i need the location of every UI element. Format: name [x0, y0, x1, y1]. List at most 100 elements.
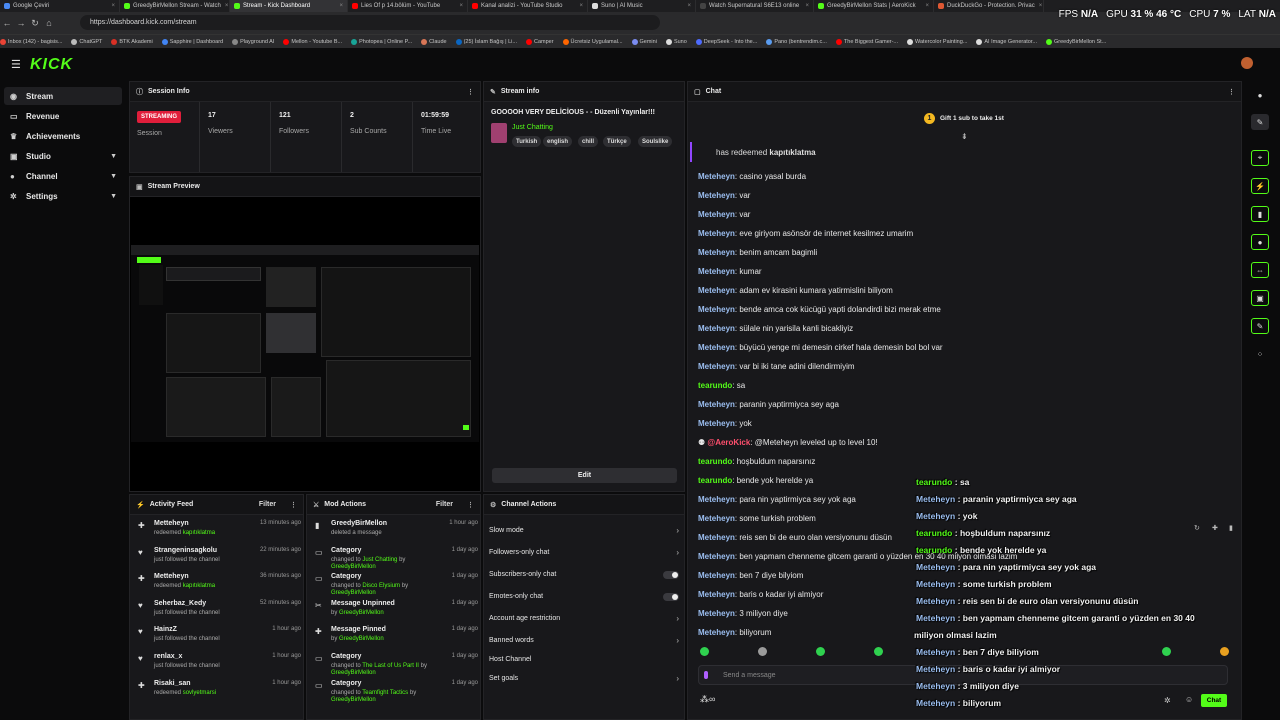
document-icon[interactable]: ▮	[1251, 206, 1269, 222]
tag-chip[interactable]: Turkish	[512, 136, 542, 147]
tag-chip[interactable]: Soulslike	[638, 136, 673, 147]
sidebar-item-revenue[interactable]: ▭ Revenue	[4, 107, 122, 125]
tag-chip[interactable]: chill	[578, 136, 599, 147]
sidebar-item-settings[interactable]: ✲ Settings ▼	[4, 187, 122, 205]
activity-user[interactable]: Risaki_san	[154, 680, 191, 687]
send-chat-button[interactable]: Chat	[1201, 694, 1227, 707]
link-icon[interactable]: ⇔	[1251, 262, 1269, 278]
delete-icon[interactable]: ▮	[1229, 524, 1233, 532]
more-icon[interactable]: ⋮	[290, 501, 297, 509]
avatar[interactable]	[1241, 57, 1253, 69]
browser-tab[interactable]: Watch Supernatural S6E13 online ×	[696, 0, 814, 12]
channel-action-slow-mode[interactable]: Slow mode ›	[489, 523, 679, 538]
activity-user[interactable]: Seherbaz_Kedy	[154, 600, 206, 607]
info-icon[interactable]: ●	[1251, 87, 1269, 103]
chat-username[interactable]: tearundo	[698, 476, 732, 485]
home-icon[interactable]: ⌂	[42, 18, 56, 28]
chat-bubble-icon[interactable]: ●	[1251, 234, 1269, 250]
bookmark-item[interactable]: Gemini	[631, 38, 657, 45]
sidebar-item-achievements[interactable]: ♛ Achievements	[4, 127, 122, 145]
browser-tab[interactable]: GreedyBirMellon Stats | AeroKick ×	[814, 0, 934, 12]
emote-icon[interactable]	[1220, 647, 1229, 656]
toggle-switch[interactable]	[663, 570, 679, 579]
sidebar-item-channel[interactable]: ● Channel ▼	[4, 167, 122, 185]
emote-icon[interactable]	[700, 647, 709, 656]
close-icon[interactable]: ×	[1035, 3, 1043, 9]
bookmark-item[interactable]: DeepSeek - Into the...	[695, 38, 757, 45]
reply-icon[interactable]: ↻	[1194, 524, 1200, 532]
close-icon[interactable]: ×	[455, 3, 463, 9]
bookmark-item[interactable]: Inbox (142) - bagisis...	[0, 38, 62, 45]
close-icon[interactable]: ×	[335, 3, 343, 9]
chat-username[interactable]: Meteheyn	[698, 286, 735, 295]
chat-username[interactable]: Meteheyn	[698, 514, 735, 523]
chat-username[interactable]: Meteheyn	[698, 400, 735, 409]
chat-username[interactable]: Meteheyn	[698, 248, 735, 257]
channel-action-account-age-restriction[interactable]: Account age restriction ›	[489, 611, 679, 626]
bookmark-item[interactable]: Sapphire | Dashboard	[161, 38, 223, 45]
stream-category[interactable]: Just Chatting	[512, 124, 553, 131]
chat-username[interactable]: Meteheyn	[698, 571, 735, 580]
emote-icon[interactable]	[758, 647, 767, 656]
close-icon[interactable]: ×	[921, 3, 929, 9]
activity-user[interactable]: HainzZ	[154, 626, 177, 633]
back-icon[interactable]: ←	[0, 18, 14, 28]
bookmark-item[interactable]: The Biggest Gamer-...	[835, 38, 898, 45]
channel-action-followers-only-chat[interactable]: Followers-only chat ›	[489, 545, 679, 560]
browser-tab[interactable]: Stream - Kick Dashboard ×	[230, 0, 348, 12]
pencil-icon[interactable]: ✎	[1251, 114, 1269, 130]
chat-username[interactable]: Meteheyn	[698, 628, 735, 637]
activity-user[interactable]: Metteheyn	[154, 573, 189, 580]
chat-username[interactable]: @AeroKick	[707, 438, 750, 447]
chat-username[interactable]: Meteheyn	[698, 172, 735, 181]
chat-username[interactable]: Meteheyn	[698, 609, 735, 618]
wrench-icon[interactable]: ✎	[1251, 318, 1269, 334]
calendar-icon[interactable]: ▣	[1251, 290, 1269, 306]
channel-action-set-goals[interactable]: Set goals ›	[489, 671, 679, 686]
gear-icon[interactable]: ✲	[1164, 696, 1171, 705]
chat-username[interactable]: Meteheyn	[698, 324, 735, 333]
bookmark-item[interactable]: Playground AI	[232, 38, 274, 45]
browser-tab[interactable]: DuckDuckGo - Protection. Privac ×	[934, 0, 1044, 12]
close-icon[interactable]: ×	[801, 3, 809, 9]
channel-action-emotes-only-chat[interactable]: Emotes-only chat	[489, 589, 679, 604]
more-icon[interactable]: ⋮	[1228, 88, 1235, 96]
emote-icon[interactable]	[874, 647, 883, 656]
chat-username[interactable]: Meteheyn	[698, 552, 735, 561]
close-icon[interactable]: ×	[221, 3, 229, 9]
bookmark-item[interactable]: ChatGPT	[71, 38, 102, 45]
preview-video[interactable]	[130, 197, 480, 491]
forward-icon[interactable]: →	[14, 18, 28, 28]
activity-user[interactable]: Strangeninsagkolu	[154, 547, 217, 554]
chat-username[interactable]: Meteheyn	[698, 210, 735, 219]
chat-username[interactable]: Meteheyn	[698, 495, 735, 504]
bookmark-item[interactable]: Watercolor Painting...	[907, 38, 967, 45]
grid-icon[interactable]: ⁘	[1251, 346, 1269, 362]
bookmark-item[interactable]: Camper	[525, 38, 554, 45]
tag-chip[interactable]: english	[543, 136, 573, 147]
channel-action-subscribers-only-chat[interactable]: Subscribers-only chat	[489, 567, 679, 582]
toggle-switch[interactable]	[663, 592, 679, 601]
browser-tab[interactable]: Suno | AI Music ×	[588, 0, 696, 12]
kick-logo[interactable]: KICK	[30, 56, 73, 74]
bookmark-item[interactable]: Pano (bentrendim.c...	[766, 38, 827, 45]
chat-username[interactable]: Meteheyn	[698, 362, 735, 371]
chat-username[interactable]: Meteheyn	[698, 267, 735, 276]
channel-action-host-channel[interactable]: Host Channel	[489, 652, 679, 667]
activity-user[interactable]: Metteheyn	[154, 520, 189, 527]
browser-tab[interactable]: Lies Of p 14.bölüm - YouTube ×	[348, 0, 468, 12]
bookmark-item[interactable]: Ücretsiz Uygulamal...	[562, 38, 623, 45]
more-icon[interactable]: ⋮	[467, 88, 474, 96]
chat-username[interactable]: Meteheyn	[698, 343, 735, 352]
chat-username[interactable]: Meteheyn	[698, 229, 735, 238]
bookmark-item[interactable]: Photopea | Online P...	[351, 38, 412, 45]
close-icon[interactable]: ×	[107, 3, 115, 9]
sidebar-item-stream[interactable]: ◉ Stream	[4, 87, 122, 105]
emote-icon[interactable]	[1162, 647, 1171, 656]
browser-tab[interactable]: Google Çeviri ×	[0, 0, 120, 12]
pin-icon[interactable]: ✚	[1212, 524, 1218, 532]
gift-sub-banner[interactable]: 1 Gift 1 sub to take 1st	[924, 113, 1004, 124]
filter-button[interactable]: Filter	[436, 501, 453, 508]
close-icon[interactable]: ×	[683, 3, 691, 9]
bookmark-item[interactable]: BTK Akademi	[111, 38, 153, 45]
